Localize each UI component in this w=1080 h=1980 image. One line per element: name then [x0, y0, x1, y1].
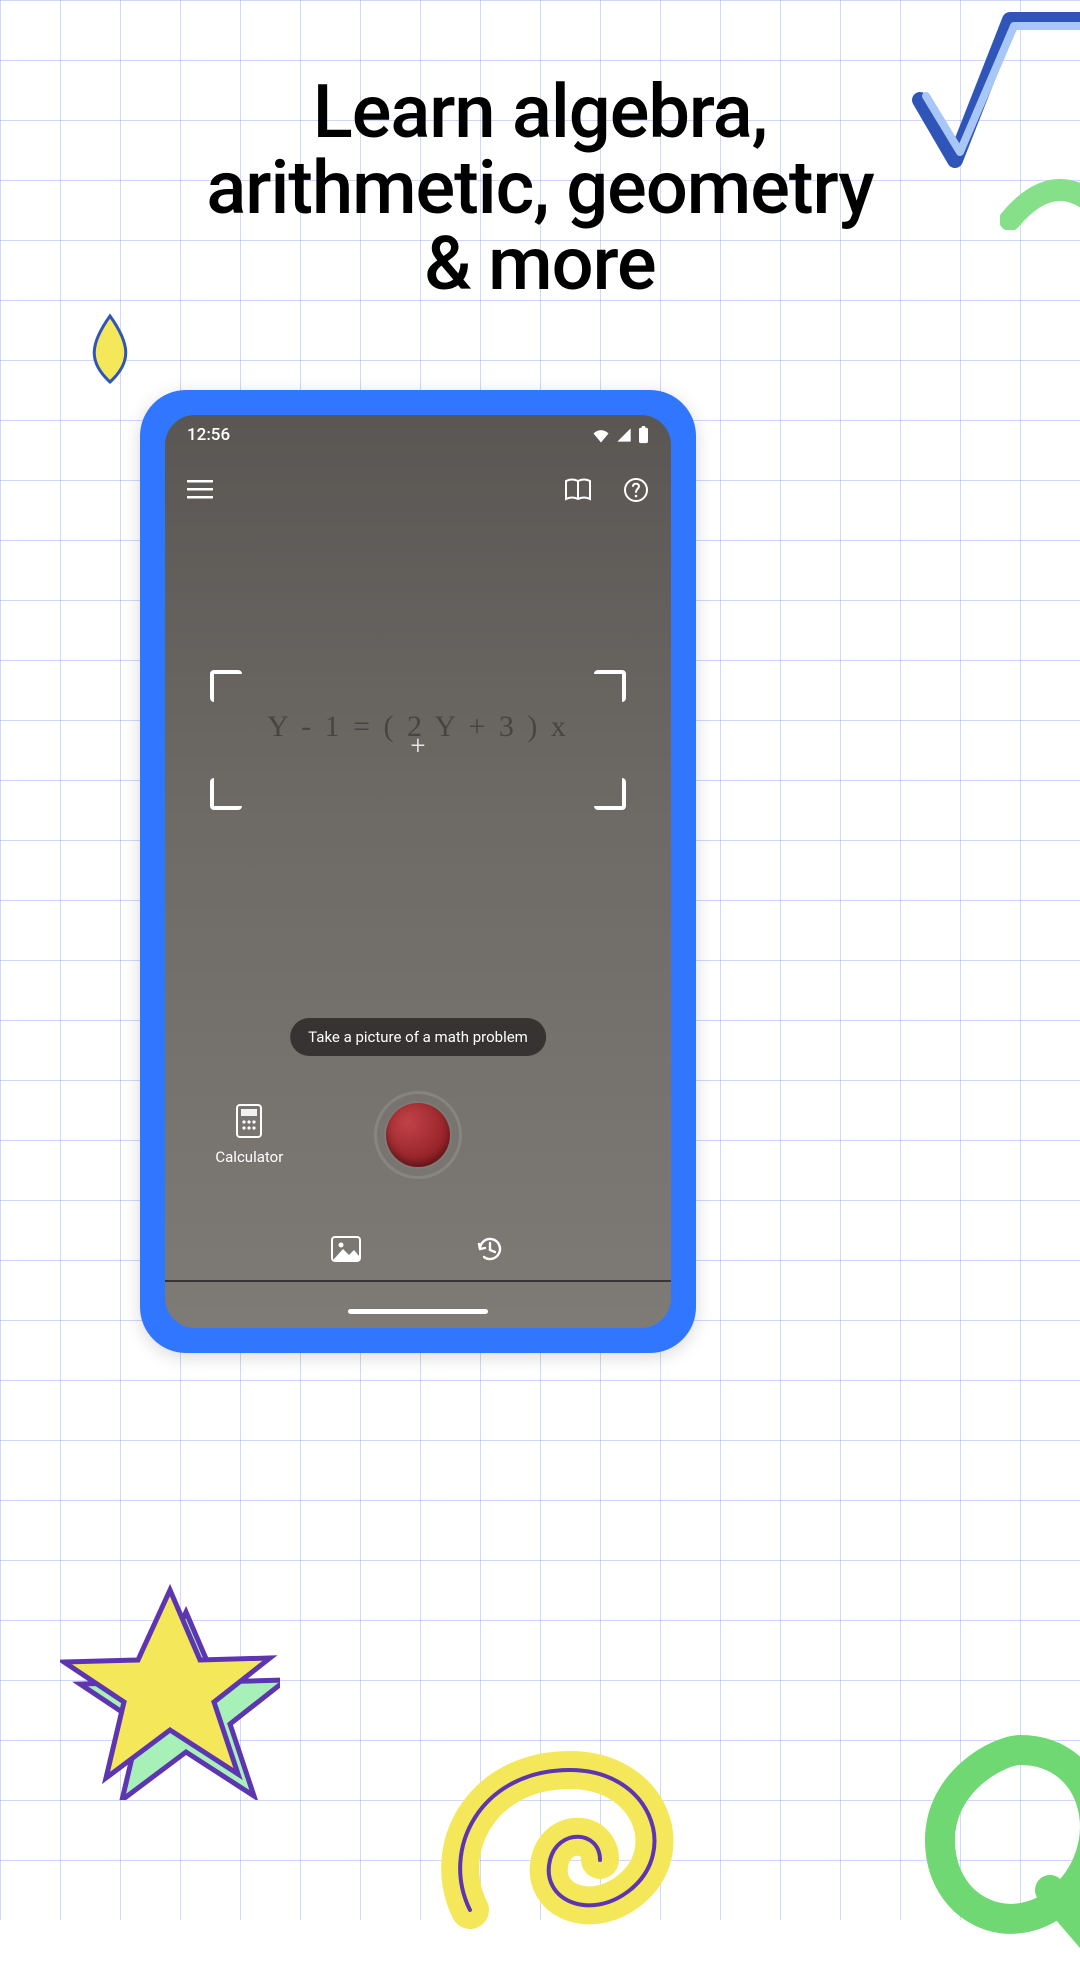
- signal-icon: [616, 427, 632, 443]
- crop-corner-tr[interactable]: [594, 670, 626, 702]
- crosshair-icon: +: [411, 731, 426, 761]
- book-icon: [564, 478, 592, 502]
- camera-row: Calculator: [165, 1090, 671, 1180]
- menu-button[interactable]: [185, 475, 215, 505]
- crop-corner-bl[interactable]: [210, 778, 242, 810]
- hint-pill: Take a picture of a math problem: [290, 1018, 546, 1056]
- bottom-divider: [165, 1280, 671, 1282]
- crop-frame[interactable]: Y - 1 = ( 2 Y + 3 ) x +: [210, 670, 626, 810]
- hint-text: Take a picture of a math problem: [308, 1028, 528, 1046]
- drop-doodle-icon: [80, 310, 140, 390]
- menu-icon: [187, 480, 213, 500]
- crop-corner-tl[interactable]: [210, 670, 242, 702]
- shutter-inner: [386, 1103, 450, 1167]
- bottom-row: [165, 1232, 671, 1266]
- crop-corner-br[interactable]: [594, 778, 626, 810]
- loop-doodle-icon: [900, 1720, 1080, 1980]
- book-button[interactable]: [563, 475, 593, 505]
- phone-screen: 12:56: [165, 415, 671, 1328]
- battery-icon: [638, 426, 649, 444]
- headline: Learn algebra, arithmetic, geometry & mo…: [0, 75, 1080, 304]
- calculator-icon: [236, 1104, 262, 1138]
- headline-text: Learn algebra, arithmetic, geometry & mo…: [206, 69, 873, 308]
- spiral-doodle-icon: [420, 1700, 720, 1950]
- star-doodle-icon: [60, 1580, 280, 1800]
- statusbar: 12:56: [165, 415, 671, 455]
- history-icon: [475, 1234, 505, 1264]
- appbar: [165, 455, 671, 525]
- help-icon: [623, 477, 649, 503]
- statusbar-time: 12:56: [187, 425, 230, 445]
- phone-frame: 12:56: [140, 390, 696, 1353]
- shutter-button[interactable]: [379, 1096, 457, 1174]
- nav-handle[interactable]: [348, 1309, 488, 1314]
- help-button[interactable]: [621, 475, 651, 505]
- calculator-button[interactable]: Calculator: [165, 1104, 334, 1166]
- wifi-icon: [592, 427, 610, 443]
- image-icon: [331, 1236, 361, 1262]
- calculator-label: Calculator: [215, 1148, 283, 1166]
- gallery-button[interactable]: [329, 1232, 363, 1266]
- history-button[interactable]: [473, 1232, 507, 1266]
